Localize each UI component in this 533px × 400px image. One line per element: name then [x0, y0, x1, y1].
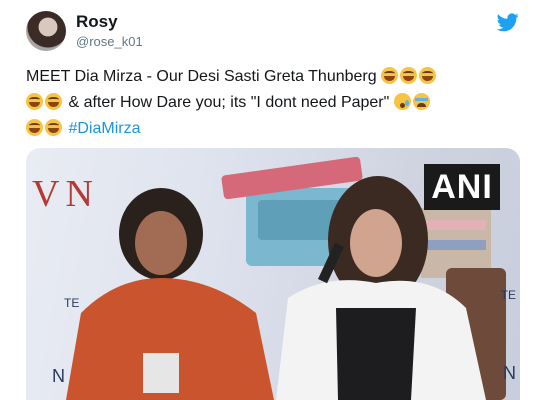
backdrop-letters-left-1: TE [64, 296, 80, 310]
backdrop-letters-left-2: N [52, 366, 65, 386]
laughing-emoji-icon [45, 93, 62, 110]
backdrop-letters-right-2: N [503, 363, 516, 383]
tweet-line-2: & after How Dare you; its "I dont need P… [68, 94, 390, 111]
user-handle[interactable]: @rose_k01 [76, 34, 143, 49]
hashtag-link[interactable]: #DiaMirza [68, 120, 140, 137]
laughing-emoji-icon [26, 119, 43, 136]
laughing-emoji-icon [381, 67, 399, 84]
tweet-line-1: MEET Dia Mirza - Our Desi Sasti Greta Th… [26, 68, 377, 85]
tweet-media-image[interactable]: VN TE N TE N ANI [26, 148, 520, 400]
ani-watermark: ANI [424, 164, 500, 210]
loudly-crying-face-icon [412, 93, 430, 110]
laughing-emoji-icon [26, 93, 43, 110]
twitter-bird-icon[interactable] [497, 13, 519, 32]
backdrop-letters-right-1: TE [500, 288, 516, 302]
avatar[interactable] [26, 11, 66, 51]
tweet-text: MEET Dia Mirza - Our Desi Sasti Greta Th… [26, 64, 521, 142]
display-name[interactable]: Rosy [76, 12, 118, 32]
laughing-emoji-icon [419, 67, 437, 84]
crying-face-icon [393, 93, 411, 110]
backdrop-letters: VN [32, 173, 99, 215]
laughing-emoji-icon [400, 67, 418, 84]
laughing-emoji-icon [45, 119, 62, 136]
tweet-card: Rosy @rose_k01 MEET Dia Mirza - Our Desi… [0, 0, 533, 400]
